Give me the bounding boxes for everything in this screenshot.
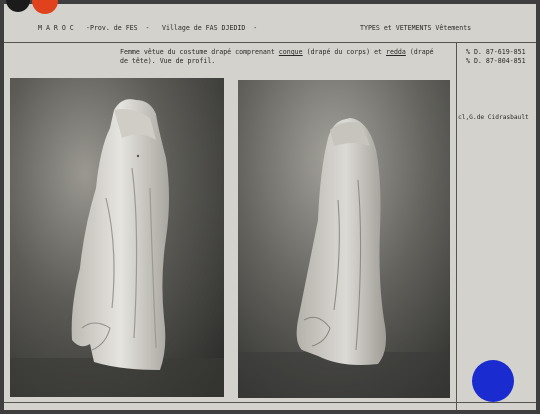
- header-village: Village de FAS DJEDID -: [162, 24, 258, 32]
- draped-woman-image-right: [238, 80, 450, 398]
- caption-term-conque: conque: [278, 48, 303, 56]
- reference-2: % D. 87-804-851: [466, 57, 526, 65]
- photo-right: 2: [238, 80, 450, 398]
- photo-mark-2: 2: [442, 80, 446, 83]
- caption-text-mid: (drapé du corps) et: [302, 48, 386, 56]
- caption-text-end: (drapé: [405, 48, 434, 56]
- caption-term-redda: redda: [386, 48, 406, 56]
- photo-left: 1: [10, 78, 224, 397]
- header-country: M A R O C: [38, 24, 74, 32]
- header-subject: TYPES et VETEMENTS Vêtements: [360, 24, 472, 32]
- caption-text: Femme vêtue du costume drapé comprenant: [120, 48, 279, 56]
- reference-1: % D. 87-619-851: [466, 48, 526, 56]
- header-province: -Prov. de FES -: [86, 24, 150, 32]
- draped-woman-image-left: [10, 78, 224, 397]
- caption-line-1: Femme vêtue du costume drapé comprenant …: [120, 48, 434, 57]
- photo-mark-1: 1: [211, 78, 216, 84]
- blue-sticker-dot: [472, 360, 514, 402]
- margin-rule: [456, 42, 457, 410]
- index-card: M A R O C -Prov. de FES - Village de FAS…: [4, 4, 536, 410]
- caption-line-2: de tête). Vue de profil.: [120, 57, 216, 65]
- photographer-credit: cl,G.de Cidrasbault: [458, 114, 529, 121]
- bottom-rule: [4, 402, 536, 403]
